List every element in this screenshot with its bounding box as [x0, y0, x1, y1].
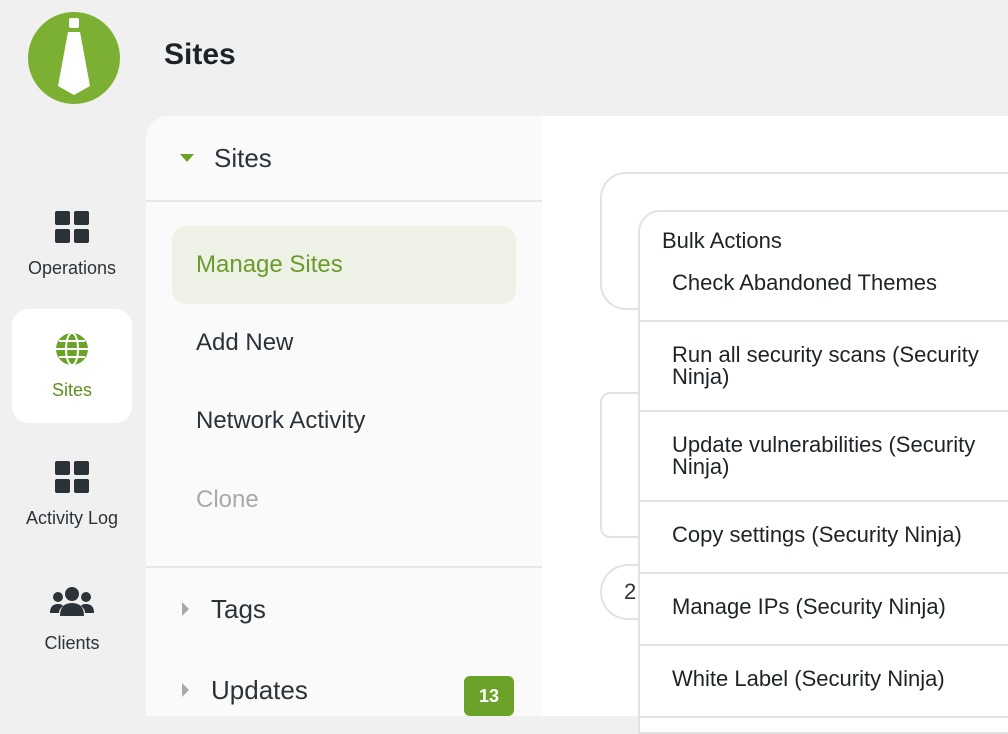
updates-count-badge: 13 [464, 676, 514, 716]
tie-icon [58, 18, 90, 95]
caret-right-icon [182, 683, 189, 697]
bulk-actions-placeholder: Bulk Actions [662, 228, 782, 253]
rail-item-clients[interactable]: Clients [12, 562, 132, 676]
bulk-actions-dropdown[interactable]: Bulk Actions Check Abandoned Themes Run … [638, 210, 1008, 734]
rail-item-label: Clients [44, 632, 100, 653]
caret-right-icon [182, 602, 189, 616]
submenu-group-label: Updates [211, 674, 308, 705]
caret-down-icon [180, 154, 194, 162]
option-label: Update vulnerabilities (Security Ninja) [672, 432, 976, 479]
grid-icon [55, 210, 89, 244]
submenu-header-label: Sites [214, 142, 272, 173]
page-title: Sites [164, 38, 236, 71]
pagination-value: 2 [624, 579, 637, 604]
submenu-group-tags[interactable]: Tags [146, 579, 542, 639]
brand-logo[interactable] [28, 12, 120, 104]
bulk-action-option[interactable]: Update vulnerabilities (Security Ninja) [640, 412, 1008, 502]
rail-item-label: Operations [27, 257, 117, 278]
submenu-header-sites[interactable]: Sites [146, 116, 542, 202]
submenu-item-add-new[interactable]: Add New [172, 304, 516, 382]
rail-item-operations[interactable]: Operations [12, 187, 132, 301]
option-label: Check Abandoned Themes [672, 270, 937, 295]
bulk-action-option[interactable]: Copy settings (Security Ninja) [640, 502, 1008, 574]
option-label: Copy settings (Security Ninja) [672, 522, 962, 547]
rail-item-label: Sites [51, 379, 93, 400]
submenu-item-clone: Clone [196, 486, 259, 513]
rail-item-activity-log[interactable]: Activity Log [12, 437, 132, 551]
bulk-action-option[interactable]: White Label (Security Ninja) [640, 646, 1008, 718]
option-label: Manage IPs (Security Ninja) [672, 594, 946, 619]
rail-item-sites[interactable]: Sites [12, 309, 132, 423]
users-icon [50, 585, 94, 619]
rail-item-label: Activity Log [25, 507, 119, 528]
submenu-item-manage-sites[interactable]: Manage Sites [172, 226, 516, 304]
bulk-action-option[interactable]: Check Abandoned Themes [640, 270, 1008, 322]
bulk-action-option[interactable]: Run all security scans (Security Ninja) [640, 322, 1008, 412]
submenu-divider [146, 566, 542, 568]
submenu-panel: Sites Manage Sites Add New Network Activ… [146, 116, 542, 716]
submenu-group-label: Tags [211, 593, 266, 624]
option-label: Run all security scans (Security Ninja) [672, 342, 979, 389]
option-label: White Label (Security Ninja) [672, 666, 945, 691]
globe-icon [55, 331, 89, 366]
submenu-item-network-activity[interactable]: Network Activity [172, 382, 516, 460]
bulk-action-option[interactable]: Manage IPs (Security Ninja) [640, 574, 1008, 646]
grid-icon [55, 460, 89, 494]
